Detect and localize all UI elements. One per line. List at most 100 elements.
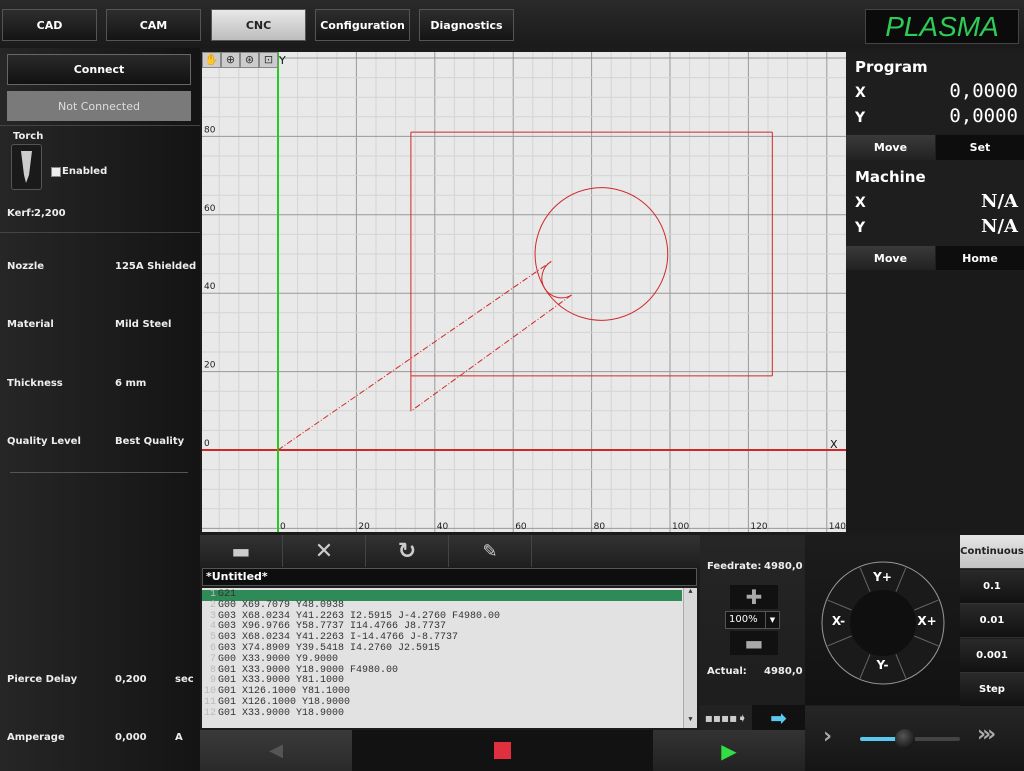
feed-override-select[interactable]: 100% ▼ <box>725 611 780 629</box>
machine-move-button[interactable]: Move <box>846 246 935 270</box>
y-tick-label: 60 <box>204 204 216 214</box>
tab-cam[interactable]: CAM <box>106 9 201 41</box>
jog-mode-0-1[interactable]: 0.1 <box>960 570 1024 604</box>
actual-value: 4980,0 <box>764 666 803 677</box>
machine-x-label: X <box>855 195 866 211</box>
left-panel: Connect Not Connected Torch Enabled Kerf… <box>0 48 200 771</box>
jog-x-plus-button[interactable]: X+ <box>913 612 941 630</box>
torch-label: Torch <box>13 131 44 142</box>
editor-title: *Untitled* <box>202 568 697 586</box>
line-number: 2 <box>209 599 216 611</box>
amperage-unit: A <box>175 732 183 743</box>
chevron-down-icon: ▼ <box>765 612 779 628</box>
scroll-down-icon[interactable]: ▼ <box>684 716 697 728</box>
machine-title: Machine <box>855 168 926 186</box>
zoom-dynamic-icon[interactable]: ⊛ <box>240 52 259 68</box>
machine-home-button[interactable]: Home <box>936 246 1024 270</box>
machine-x-value: N/A <box>981 191 1018 212</box>
jog-speed-slider[interactable] <box>860 729 960 749</box>
feed-increase-button[interactable]: ✚ <box>730 585 778 609</box>
zoom-in-icon[interactable]: ⊕ <box>221 52 240 68</box>
x-tick-label: 0 <box>280 522 286 532</box>
divider <box>0 232 200 233</box>
x-tick-label: 20 <box>358 522 370 532</box>
feed-preview-icon[interactable]: ➡ <box>752 705 805 730</box>
fast-speed-icon: ››› <box>977 722 996 747</box>
close-icon[interactable]: ✕ <box>283 535 366 567</box>
jog-x-minus-button[interactable]: X- <box>826 612 851 630</box>
x-tick-label: 140 <box>829 522 846 532</box>
code-text: G00 X69.7079 Y48.0938 <box>218 599 345 611</box>
program-y-label: Y <box>855 110 866 126</box>
jog-mode-0-01[interactable]: 0.01 <box>960 604 1024 638</box>
rapid-preview-icon[interactable]: ▪▪▪▪➧ <box>700 705 752 730</box>
right-empty-area <box>846 270 1024 535</box>
program-x-value: 0,0000 <box>949 80 1018 102</box>
jog-mode-step[interactable]: Step <box>960 673 1024 707</box>
previous-button[interactable]: ◀ <box>200 730 352 771</box>
scroll-up-icon[interactable]: ▲ <box>684 588 697 600</box>
code-line[interactable]: 12 G01 X33.9000 Y18.9000 <box>202 707 682 720</box>
jog-mode-continuous[interactable]: Continuous <box>960 535 1024 569</box>
tab-cnc[interactable]: CNC <box>211 9 306 41</box>
edit-icon[interactable]: ✎ <box>449 535 532 567</box>
torch-icon <box>11 144 42 190</box>
x-tick-label: 40 <box>437 522 449 532</box>
enabled-label: Enabled <box>62 166 108 177</box>
open-folder-icon[interactable]: ▬ <box>200 535 283 567</box>
code-line[interactable]: 2 G00 X69.7079 Y48.0938 <box>202 599 682 612</box>
x-axis-label: X <box>830 438 838 451</box>
program-x-label: X <box>855 85 866 101</box>
machine-y-value: N/A <box>981 216 1018 237</box>
tab-cad[interactable]: CAD <box>2 9 97 41</box>
program-move-button[interactable]: Move <box>846 135 935 160</box>
run-button[interactable]: ▶ <box>653 730 805 771</box>
nozzle-label: Nozzle <box>7 261 45 272</box>
quality-value[interactable]: Best Quality <box>115 436 184 447</box>
x-tick-label: 100 <box>672 522 689 532</box>
line-number: 12 <box>203 707 216 719</box>
feed-panel: Feedrate: 4980,0 ✚ 100% ▼ ▬ Actual: 4980,… <box>700 535 805 730</box>
pierce-delay-value[interactable]: 0,200 <box>115 674 147 685</box>
jog-y-plus-button[interactable]: Y+ <box>865 568 900 586</box>
material-value[interactable]: Mild Steel <box>115 319 171 330</box>
pan-icon[interactable]: ✋ <box>202 52 221 68</box>
thickness-label: Thickness <box>7 378 63 389</box>
gcode-editor[interactable]: 1 G21 2 G00 X69.7079 Y48.0938 3 G03 X68.0234 … <box>202 588 697 728</box>
y-tick-label: 0 <box>204 439 210 449</box>
top-bar: CAD CAM CNC Configuration Diagnostics PL… <box>0 0 1024 48</box>
reload-icon[interactable]: ↻ <box>366 535 449 567</box>
program-set-button[interactable]: Set <box>936 135 1024 160</box>
slow-speed-icon: › <box>823 724 833 749</box>
pierce-delay-label: Pierce Delay <box>7 674 78 685</box>
jog-mode-0-001[interactable]: 0.001 <box>960 639 1024 673</box>
program-title: Program <box>855 58 928 76</box>
code-text: G00 X33.9000 Y9.9000 <box>218 653 339 665</box>
jog-y-minus-button[interactable]: Y- <box>865 656 900 674</box>
enabled-checkbox[interactable] <box>51 167 61 177</box>
code-text: G01 X33.9000 Y18.9000 <box>218 707 345 719</box>
canvas-toolbar: ✋ ⊕ ⊛ ⊡ <box>202 52 278 68</box>
feed-decrease-button[interactable]: ▬ <box>730 631 778 655</box>
quality-label: Quality Level <box>7 436 81 447</box>
editor-scrollbar[interactable]: ▲ ▼ <box>683 588 697 728</box>
nozzle-value[interactable]: 125A Shielded <box>115 261 196 272</box>
slider-handle[interactable] <box>895 729 915 749</box>
y-tick-label: 20 <box>204 361 216 371</box>
code-line[interactable]: 7 G00 X33.9000 Y9.9000 <box>202 653 682 666</box>
zoom-fit-icon[interactable]: ⊡ <box>259 52 278 68</box>
tab-configuration[interactable]: Configuration <box>315 9 410 41</box>
feedrate-label: Feedrate: <box>707 561 762 572</box>
pierce-delay-unit: sec <box>175 674 194 685</box>
toolpath-canvas[interactable]: 0 20 40 60 80 100 120 140 0 20 40 60 80 X Y ✋ ⊕ ⊛ ⊡ <box>199 52 847 532</box>
line-number: 7 <box>209 653 216 665</box>
rapid-move <box>277 261 552 451</box>
stop-button[interactable] <box>352 730 653 771</box>
toolpath-plot[interactable]: 0 20 40 60 80 100 120 140 0 20 40 60 80 X Y <box>199 52 847 532</box>
previous-icon: ◀ <box>269 740 283 761</box>
x-tick-label: 80 <box>594 522 606 532</box>
thickness-value[interactable]: 6 mm <box>115 378 146 389</box>
connect-button[interactable]: Connect <box>7 54 191 85</box>
amperage-value[interactable]: 0,000 <box>115 732 147 743</box>
tab-diagnostics[interactable]: Diagnostics <box>419 9 514 41</box>
